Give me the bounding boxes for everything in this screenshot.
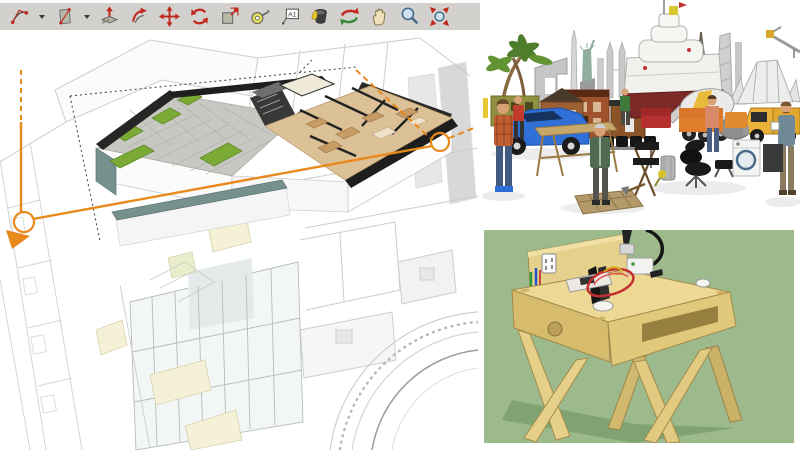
move-tool-icon[interactable] — [158, 5, 181, 28]
dark-cabinet — [763, 144, 783, 172]
ghost-left-facade-strip — [0, 142, 82, 450]
arc-tool-dropdown[interactable] — [38, 5, 46, 28]
outlet — [542, 254, 556, 273]
front-hole — [548, 322, 562, 336]
scale-tool-icon[interactable] — [218, 5, 241, 28]
spire-tower — [571, 30, 577, 96]
pan-tool-icon[interactable] — [368, 5, 391, 28]
mug — [771, 122, 779, 130]
zoom-extents-tool-icon[interactable] — [428, 5, 451, 28]
iron-stand — [620, 244, 634, 254]
section-handle-left — [14, 212, 34, 232]
rotated-rectangle-tool-icon[interactable] — [53, 5, 76, 28]
grommet-hole — [696, 279, 710, 287]
grommet-hole — [593, 301, 613, 311]
arc-tool-icon[interactable] — [8, 5, 31, 28]
orbit-tool-icon[interactable] — [338, 5, 361, 28]
paint-bucket-tool-icon[interactable] — [308, 5, 331, 28]
washing-machine — [733, 140, 760, 176]
zoom-tool-icon[interactable] — [398, 5, 421, 28]
desk-model-image — [480, 227, 800, 450]
yellow-sign — [483, 98, 488, 118]
tape-measure-tool-icon[interactable] — [248, 5, 271, 28]
toolbar: A1 — [0, 3, 480, 30]
section-cut-model — [96, 74, 458, 246]
section-arrow — [6, 230, 30, 249]
rotate-tool-icon[interactable] — [188, 5, 211, 28]
text-tool-glyph: A1 — [288, 12, 297, 19]
text-tool-icon[interactable]: A1 — [278, 5, 301, 28]
collage-root: A1 — [0, 0, 800, 450]
model-viewport[interactable] — [0, 30, 480, 450]
sketchup-window: A1 — [0, 0, 480, 450]
warehouse-collection-image — [480, 0, 800, 227]
crane-operator — [669, 6, 678, 15]
push-pull-tool-icon[interactable] — [98, 5, 121, 28]
side-images — [480, 0, 800, 450]
follow-me-tool-icon[interactable] — [128, 5, 151, 28]
rotated-rectangle-tool-dropdown[interactable] — [83, 5, 91, 28]
